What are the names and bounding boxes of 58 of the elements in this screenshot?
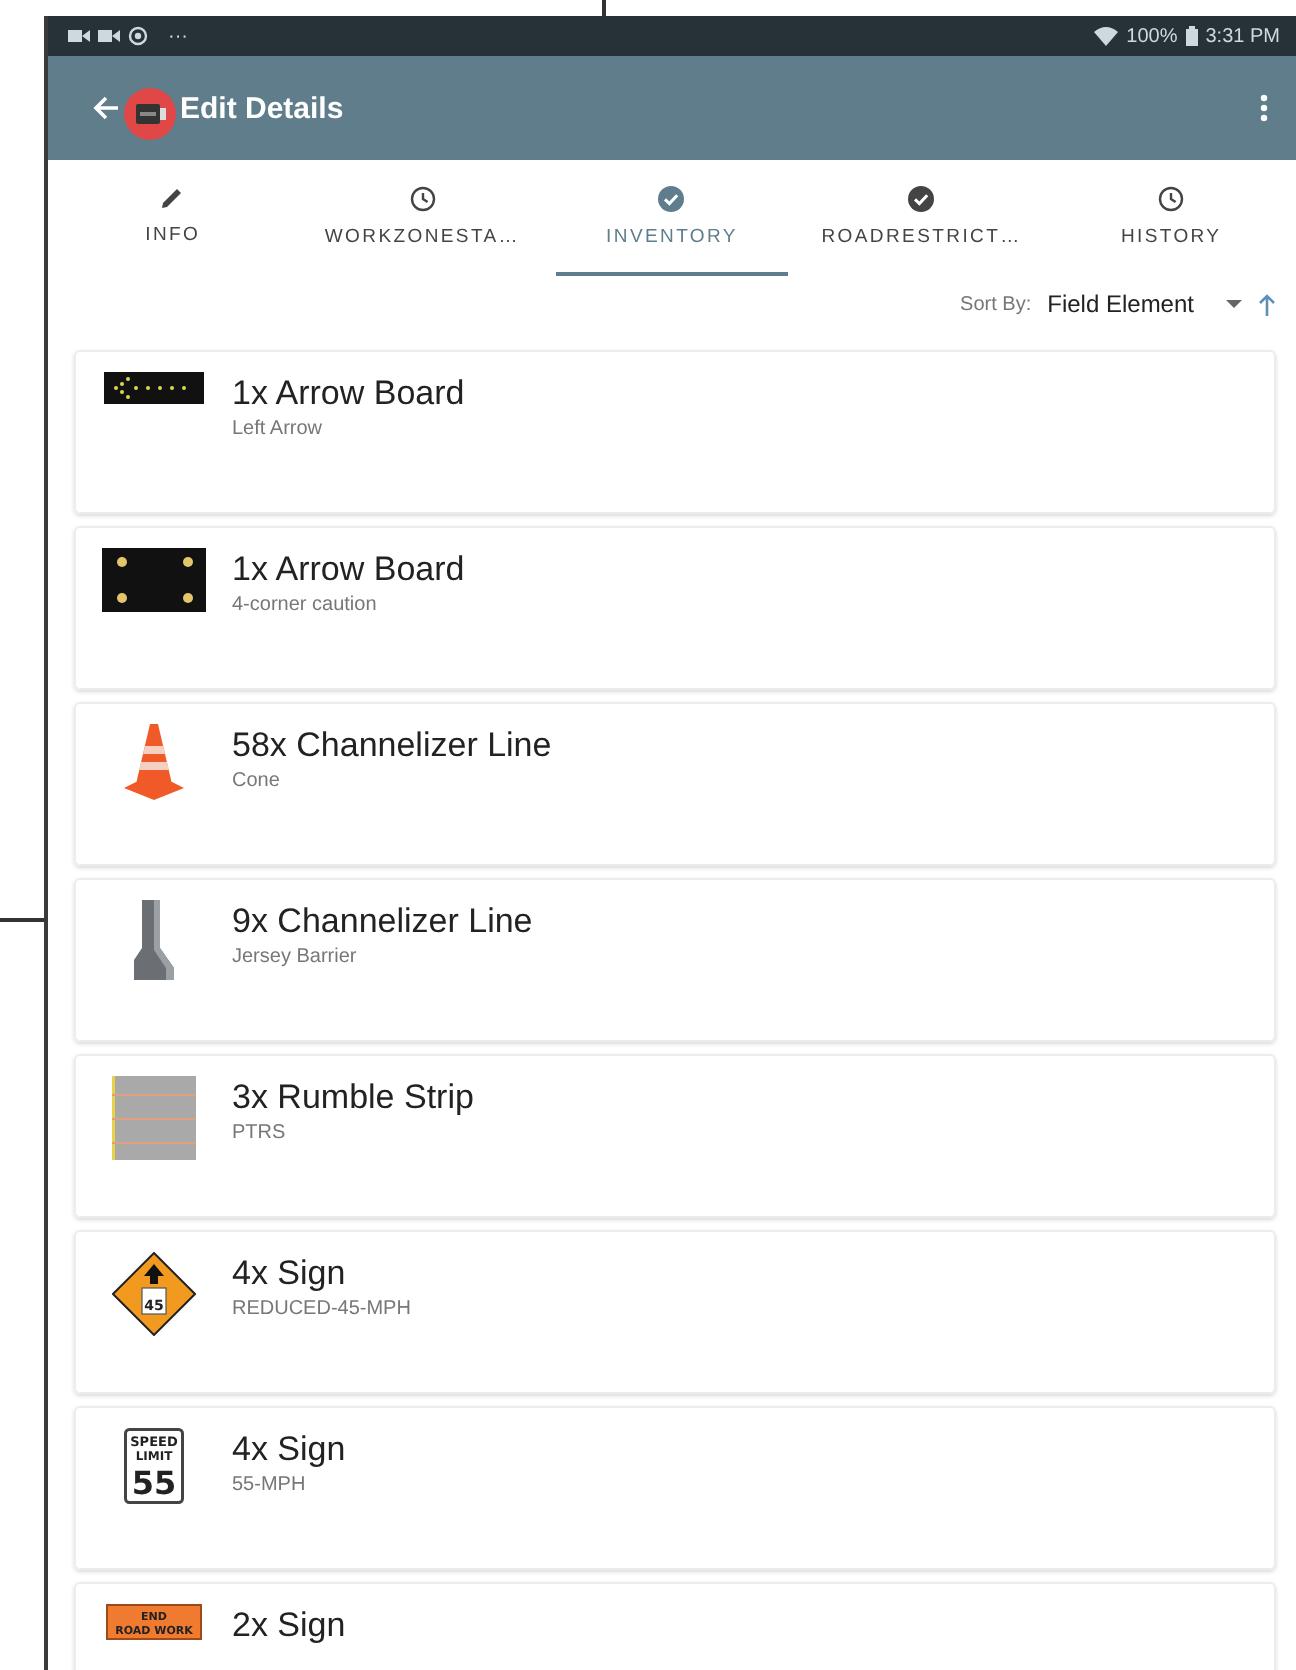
up-arrow-icon <box>1258 293 1276 315</box>
inventory-card[interactable]: 1x Arrow Board 4-corner caution <box>74 526 1276 690</box>
more-menu-button[interactable] <box>1260 94 1268 122</box>
road-work-sign-icon <box>106 1604 202 1640</box>
clock-icon <box>409 185 436 211</box>
item-title: 4x Sign <box>232 1252 348 1296</box>
sort-label: Sort By: <box>960 293 1032 315</box>
video-camera-icon <box>68 28 90 44</box>
sort-direction-button[interactable] <box>1258 293 1276 315</box>
caution-board-icon <box>102 548 206 612</box>
more-text: ··· <box>168 25 188 47</box>
tab[interactable]: INFO <box>56 160 290 276</box>
inventory-card[interactable]: 9x Channelizer Line Jersey Barrier <box>74 878 1276 1042</box>
item-subtitle: Cone <box>232 770 282 792</box>
speed-limit-sign-icon <box>124 1428 184 1504</box>
screen-title: Edit Details <box>180 91 344 125</box>
check-circle-icon <box>658 185 685 211</box>
clock-icon <box>1158 185 1185 211</box>
sign-text: 55 <box>131 1464 177 1502</box>
wifi-icon <box>1094 26 1119 46</box>
arrow-board-icon <box>104 372 204 404</box>
sort-dropdown[interactable]: Field Element <box>1047 290 1242 318</box>
dropdown-caret-icon <box>1226 300 1242 308</box>
tab[interactable]: ROADRESTRICT… <box>804 160 1039 276</box>
item-subtitle: 55-MPH <box>232 1474 308 1496</box>
item-subtitle: Left Arrow <box>232 418 325 440</box>
item-subtitle: 4-corner caution <box>232 594 379 616</box>
back-button[interactable] <box>92 96 120 120</box>
recorder-bubble-icon <box>124 88 176 140</box>
clock-time: 3:31 PM <box>1205 25 1280 47</box>
target-icon <box>128 26 148 46</box>
item-subtitle: PTRS <box>232 1122 288 1144</box>
item-title: 1x Arrow Board <box>232 372 465 416</box>
traffic-cone-icon <box>124 724 184 800</box>
item-title: 4x Sign <box>232 1428 346 1472</box>
inventory-card[interactable]: 3x Rumble Strip PTRS <box>74 1054 1276 1218</box>
video-camera-icon <box>98 28 120 44</box>
check-circle-icon <box>908 185 935 211</box>
back-arrow-icon <box>92 96 120 120</box>
battery-percent: 100% <box>1126 25 1178 47</box>
barrier-icon <box>130 900 178 980</box>
item-title: 1x Arrow Board <box>232 548 465 592</box>
tab[interactable]: WORKZONESTA… <box>305 160 540 276</box>
warning-sign-icon <box>112 1252 196 1336</box>
item-title: 3x Rumble Strip <box>232 1076 474 1120</box>
item-title: 9x Channelizer Line <box>232 900 533 944</box>
more-vert-icon <box>1260 94 1268 122</box>
pencil-icon <box>160 186 185 210</box>
item-title: 58x Channelizer Line <box>232 724 552 768</box>
rumble-strip-icon <box>112 1076 196 1160</box>
tab[interactable]: HISTORY <box>1054 160 1288 276</box>
item-subtitle: Jersey Barrier <box>232 946 359 968</box>
tab[interactable]: INVENTORY <box>555 160 789 276</box>
inventory-card[interactable]: 1x Arrow Board Left Arrow <box>74 350 1276 514</box>
inventory-card[interactable]: 58x Channelizer Line Cone <box>74 702 1276 866</box>
item-title: 2x Sign <box>232 1604 346 1648</box>
item-subtitle: REDUCED-45-MPH <box>232 1298 411 1320</box>
battery-icon <box>1185 26 1198 46</box>
